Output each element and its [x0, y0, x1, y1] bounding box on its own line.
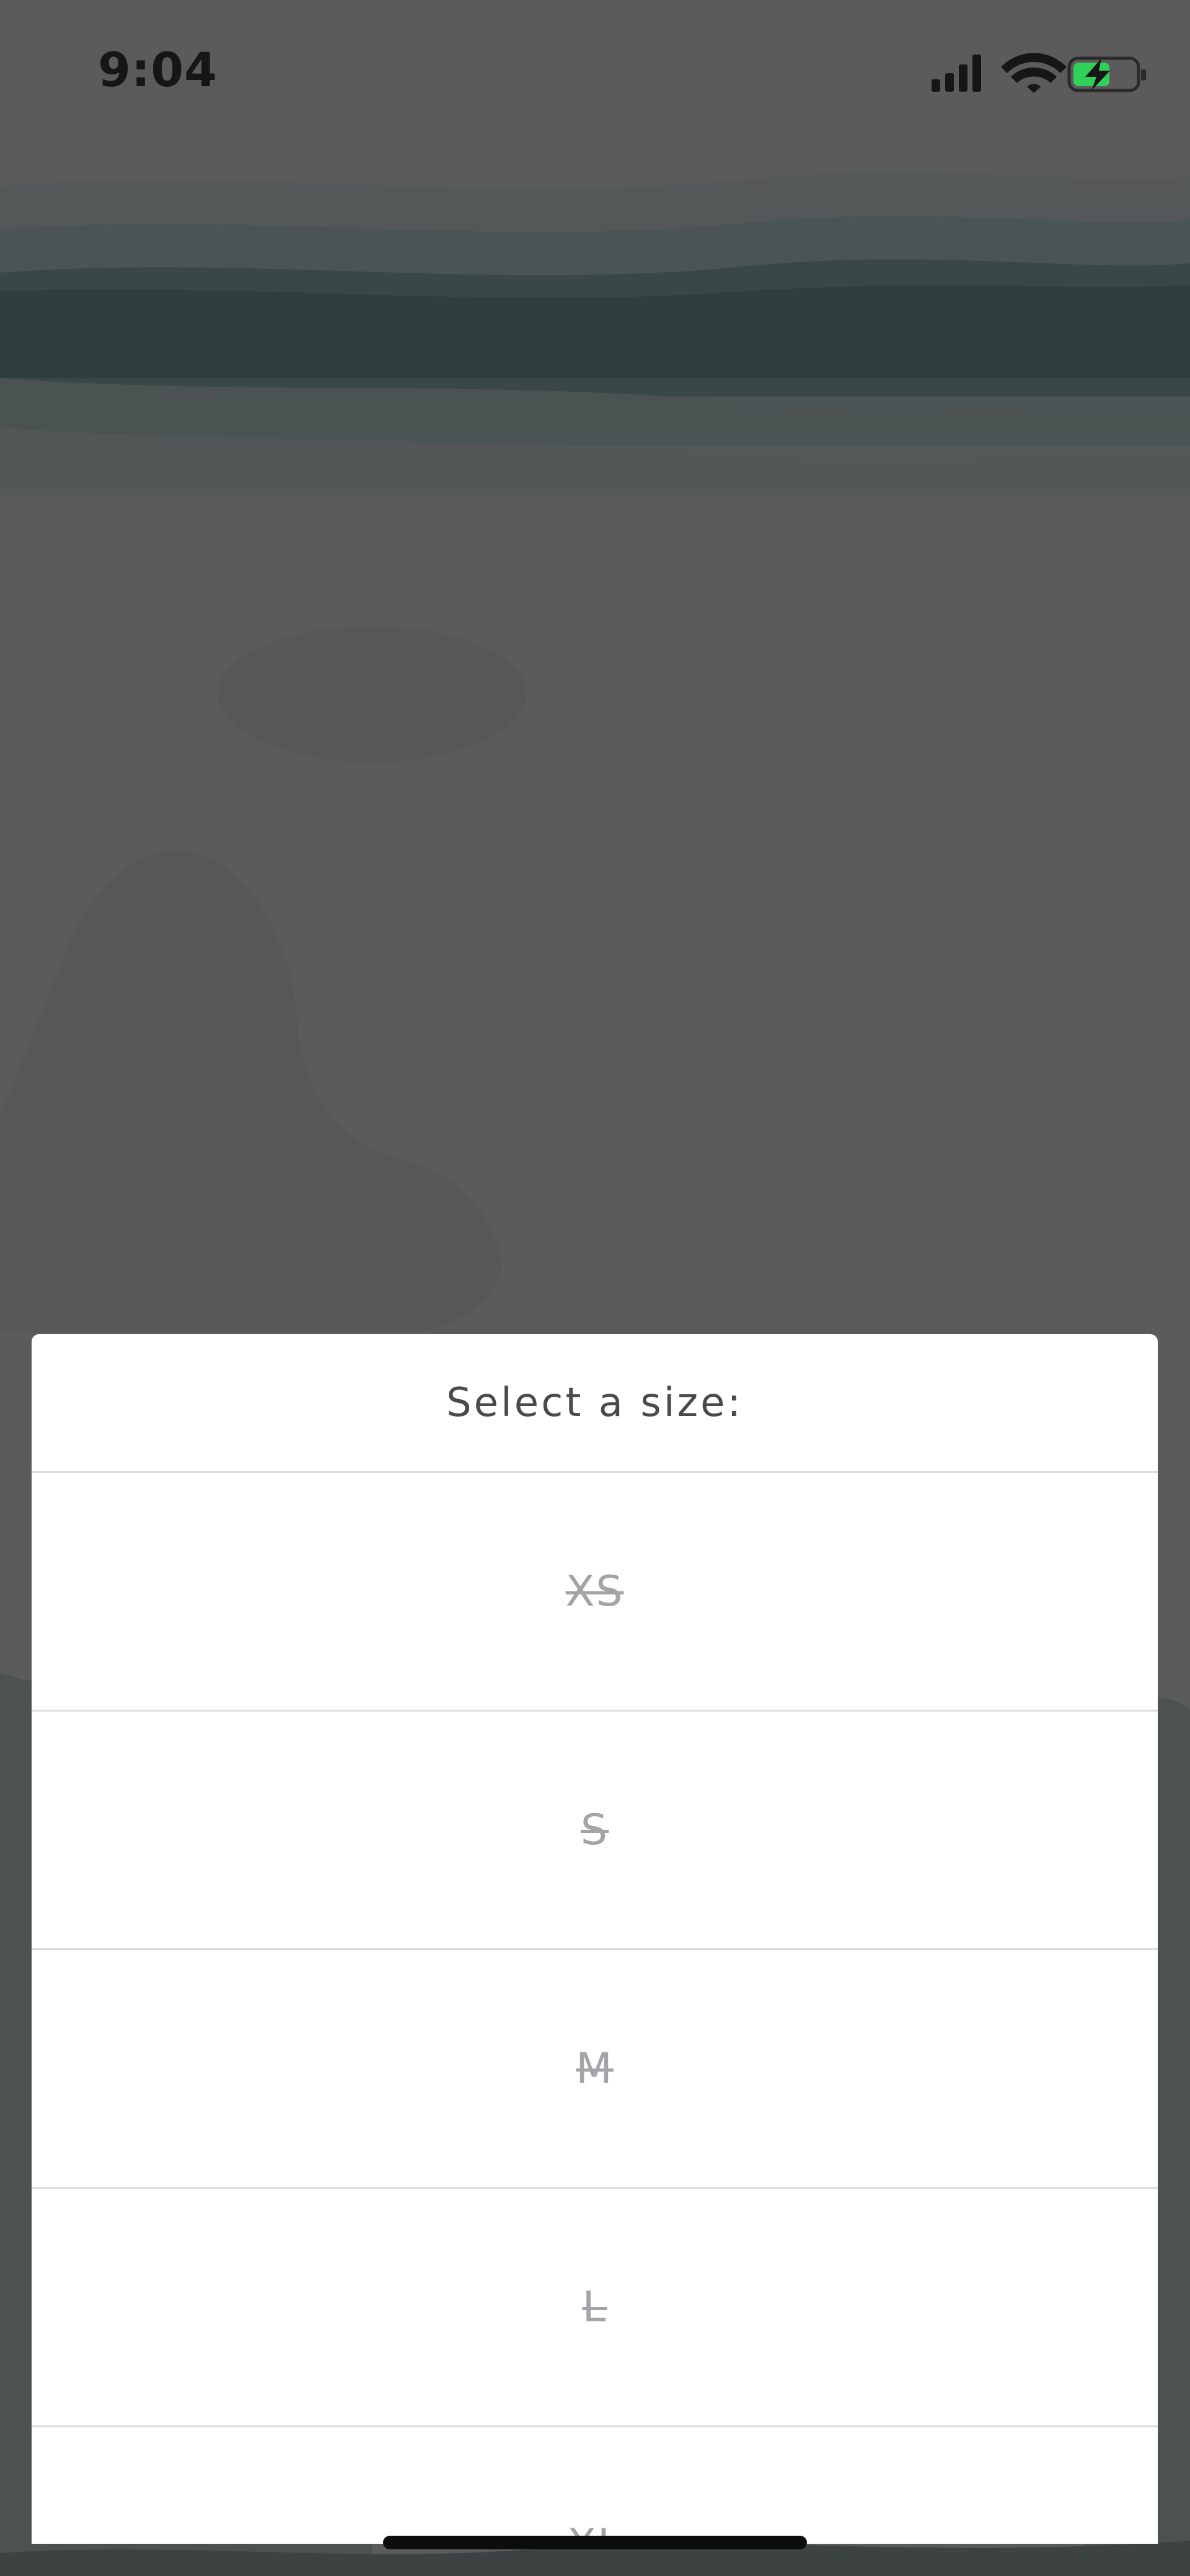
size-option-xl[interactable]: XL	[32, 2427, 1158, 2544]
status-bar: 9:04	[0, 0, 1190, 143]
status-time: 9:04	[98, 42, 218, 97]
size-selection-sheet: Select a size: XS S M L XL	[32, 1334, 1158, 2544]
size-option-l[interactable]: L	[32, 2189, 1158, 2427]
size-option-xs[interactable]: XS	[32, 1473, 1158, 1712]
sheet-title: Select a size:	[446, 1379, 743, 1426]
size-option-m[interactable]: M	[32, 1950, 1158, 2189]
size-label-s: S	[580, 1805, 609, 1855]
sheet-header: Select a size:	[32, 1334, 1158, 1473]
size-label-xs: XS	[565, 1567, 624, 1616]
home-indicator[interactable]	[383, 2536, 807, 2549]
wifi-icon	[1001, 53, 1067, 93]
size-label-m: M	[576, 2044, 614, 2093]
status-icons	[932, 53, 1146, 93]
cellular-signal-icon	[932, 55, 981, 92]
battery-charging-icon	[1067, 56, 1146, 92]
size-option-s[interactable]: S	[32, 1712, 1158, 1950]
size-label-l: L	[582, 2282, 607, 2332]
